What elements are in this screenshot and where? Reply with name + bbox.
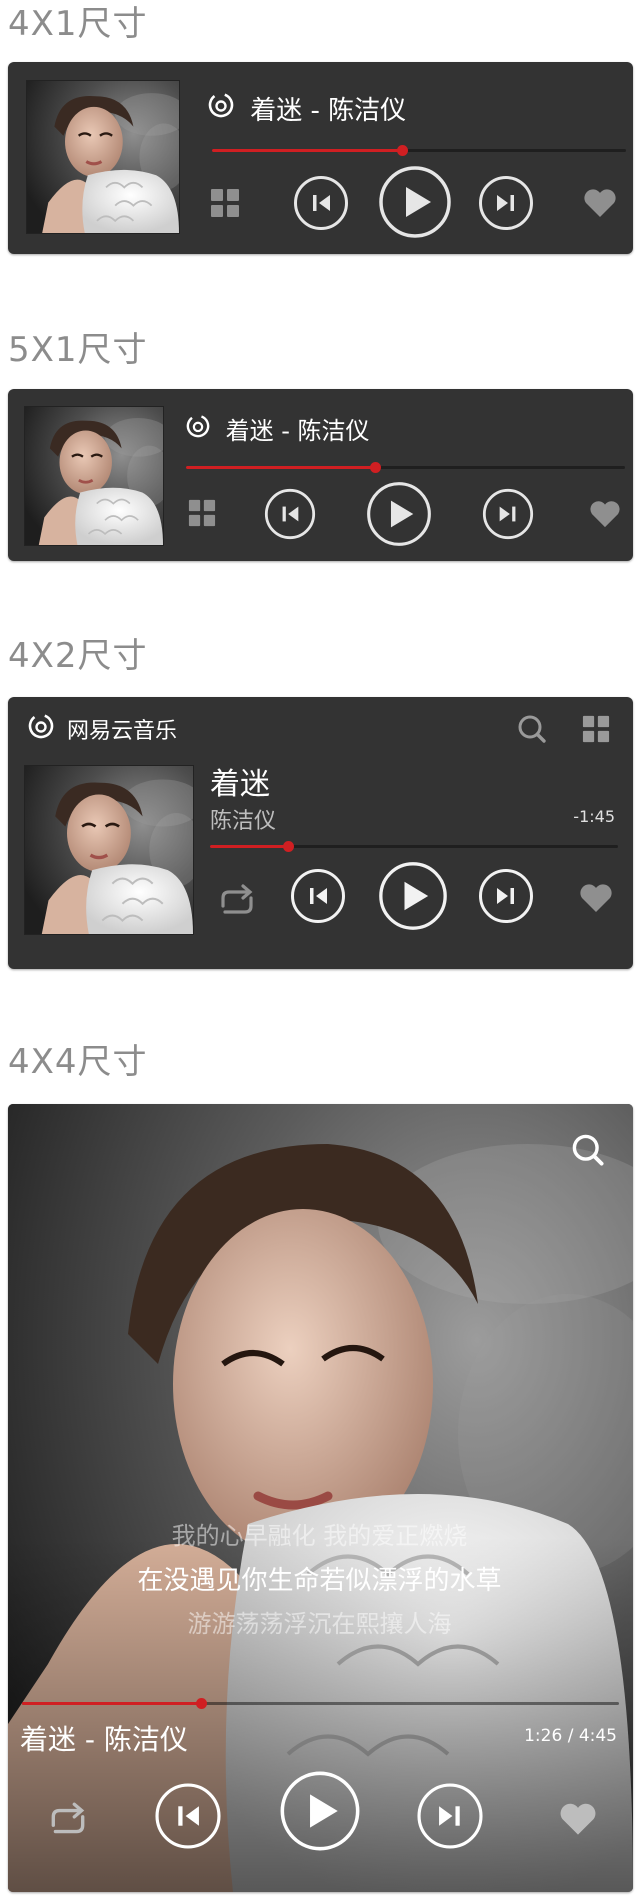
lyric-current: 在没遇见你生命若似漂浮的水草	[137, 1566, 502, 1596]
song-title: 着迷 - 陈洁仪	[225, 417, 370, 445]
progress-fill	[22, 1702, 202, 1705]
grid-icon[interactable]	[208, 186, 242, 220]
song-title-line: 着迷 - 陈洁仪	[186, 411, 370, 446]
repeat-icon[interactable]	[216, 881, 258, 921]
remaining-time: -1:45	[573, 807, 615, 826]
prev-button[interactable]	[290, 868, 346, 924]
section-title-4x2: 4X2尺寸	[8, 636, 148, 676]
brand-header: 网易云音乐	[28, 713, 177, 745]
time-display: 1:26 / 4:45	[524, 1726, 617, 1746]
grid-icon[interactable]	[186, 497, 218, 529]
prev-icon	[291, 869, 345, 923]
song-title: 着迷	[210, 767, 270, 802]
play-button[interactable]	[378, 165, 452, 239]
play-icon	[379, 862, 447, 930]
brand-name: 网易云音乐	[67, 719, 178, 744]
prev-button[interactable]	[154, 1782, 222, 1850]
progress-bar[interactable]	[210, 841, 618, 852]
album-art[interactable]	[24, 406, 164, 546]
song-title-line: 着迷 - 陈洁仪	[20, 1723, 188, 1756]
heart-icon[interactable]	[588, 498, 622, 530]
lyric-next: 游游荡荡浮沉在熙攘人海	[187, 1610, 452, 1638]
section-title-4x4: 4X4尺寸	[8, 1042, 148, 1082]
progress-fill	[212, 149, 403, 152]
widget-4x4: 我的心早融化 我的爱正燃烧 在没遇见你生命若似漂浮的水草 游游荡荡浮沉在熙攘人海…	[8, 1104, 633, 1892]
song-title-line: 着迷 - 陈洁仪	[208, 90, 406, 127]
play-icon	[280, 1771, 360, 1851]
progress-bar[interactable]	[22, 1698, 619, 1709]
prev-icon	[155, 1783, 221, 1849]
prev-button[interactable]	[264, 488, 316, 540]
heart-icon[interactable]	[582, 186, 618, 220]
netease-cloud-logo-icon	[186, 414, 210, 444]
grid-icon[interactable]	[580, 713, 612, 745]
widget-4x2: 网易云音乐 着迷 陈洁仪 -1:45	[8, 697, 633, 969]
play-button[interactable]	[378, 861, 448, 931]
song-title: 着迷 - 陈洁仪	[250, 96, 407, 126]
widget-5x1: 着迷 - 陈洁仪	[8, 389, 633, 561]
progress-fill	[186, 466, 375, 469]
next-button[interactable]	[478, 175, 534, 231]
heart-icon[interactable]	[578, 881, 614, 915]
next-icon	[479, 869, 533, 923]
artist-name: 陈洁仪	[210, 809, 277, 834]
progress-knob[interactable]	[282, 841, 294, 852]
next-button[interactable]	[482, 488, 534, 540]
play-icon	[367, 482, 431, 546]
section-title-4x1: 4X1尺寸	[8, 4, 148, 44]
search-icon[interactable]	[568, 1130, 608, 1170]
next-icon	[479, 176, 533, 230]
search-icon[interactable]	[516, 713, 548, 745]
heart-icon[interactable]	[558, 1801, 598, 1837]
prev-button[interactable]	[293, 175, 349, 231]
section-title-5x1: 5X1尺寸	[8, 330, 148, 370]
progress-bar[interactable]	[212, 145, 626, 156]
next-button[interactable]	[478, 868, 534, 924]
progress-bar[interactable]	[186, 462, 625, 473]
prev-icon	[264, 488, 316, 540]
prev-icon	[294, 176, 348, 230]
play-icon	[379, 166, 451, 238]
lyric-prev: 我的心早融化 我的爱正燃烧	[171, 1522, 468, 1550]
next-button[interactable]	[416, 1782, 484, 1850]
album-art[interactable]	[24, 765, 194, 935]
netease-cloud-logo-icon	[208, 92, 234, 125]
next-icon	[482, 488, 534, 540]
netease-cloud-logo-icon	[28, 713, 54, 745]
progress-knob[interactable]	[397, 145, 409, 156]
widget-4x1: 着迷 - 陈洁仪	[8, 62, 633, 254]
repeat-icon[interactable]	[46, 1800, 90, 1840]
play-button[interactable]	[279, 1770, 361, 1852]
next-icon	[417, 1783, 483, 1849]
album-art[interactable]	[26, 80, 180, 234]
progress-fill	[210, 845, 288, 848]
play-button[interactable]	[366, 481, 432, 547]
progress-knob[interactable]	[369, 462, 381, 473]
